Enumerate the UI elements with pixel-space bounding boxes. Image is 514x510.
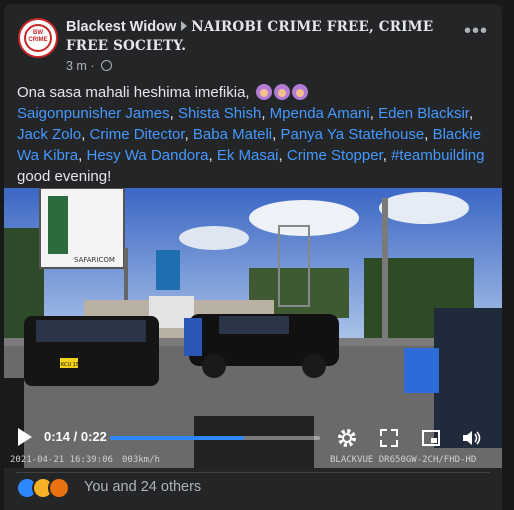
play-icon[interactable] <box>18 428 32 446</box>
tag-link[interactable]: Jack Zolo <box>17 126 81 143</box>
avatar-logo-text: BW CRIME <box>28 30 48 43</box>
post-meta: 3 m · <box>66 59 112 73</box>
arrow-right-icon <box>181 21 188 31</box>
tag-link[interactable]: Panya Ya Statehouse <box>280 126 424 143</box>
tag-link[interactable]: Crime Ditector <box>90 126 185 143</box>
progress-bar[interactable] <box>110 436 320 440</box>
plate-text: KCU 154A <box>61 362 86 368</box>
post-time[interactable]: 3 m <box>66 59 87 73</box>
post-card: BW CRIME Blackest Widow NAIROBI CRIME FREE… <box>4 4 502 510</box>
tag-link[interactable]: Baba Mateli <box>193 126 272 143</box>
dashcam-overlay: 2021-04-21 16:39:06 003km/h BLACKVUE DR6… <box>4 454 502 468</box>
author-name[interactable]: Blackest Widow <box>66 19 176 35</box>
angry-reaction-icon <box>48 477 70 499</box>
more-options-icon[interactable]: ••• <box>464 21 488 41</box>
video-controls: 0:14 / 0:22 <box>4 420 502 456</box>
hashtag-link[interactable]: #teambuilding <box>391 147 484 164</box>
dashcam-brand: BLACKVUE DR650GW-2CH/FHD-HD <box>330 455 477 465</box>
tag-link[interactable]: Crime Stopper <box>287 147 383 164</box>
woman-emoji-icon <box>291 84 308 100</box>
tag-link[interactable]: Saigonpunisher James <box>17 105 170 122</box>
volume-icon[interactable] <box>460 427 482 449</box>
post-header: BW CRIME Blackest Widow NAIROBI CRIME FREE… <box>16 16 490 73</box>
author-avatar[interactable]: BW CRIME <box>18 18 58 58</box>
video-time: 0:14 / 0:22 <box>44 429 107 444</box>
picture-in-picture-icon[interactable] <box>420 427 442 449</box>
woman-emoji-icon <box>273 84 290 100</box>
fullscreen-icon[interactable] <box>378 427 400 449</box>
video-player[interactable]: SAFARICOM KCU 154A 0:14 / 0:22 2021-04-2… <box>4 188 502 468</box>
progress-fill <box>110 436 245 440</box>
post-body: Ona sasa mahali heshima imefikia, Saigon… <box>17 84 485 185</box>
dashcam-date: 2021-04-21 16:39:06 <box>10 455 113 465</box>
globe-icon <box>100 60 112 71</box>
tag-link[interactable]: Hesy Wa Dandora <box>86 147 208 164</box>
tag-link[interactable]: Ek Masai <box>217 147 279 164</box>
divider <box>16 472 490 473</box>
post-text-line1: Ona sasa mahali heshima imefikia, <box>17 84 250 101</box>
woman-emoji-icon <box>255 84 272 100</box>
post-closing: good evening! <box>17 168 112 185</box>
page-scrollbar[interactable] <box>510 0 514 510</box>
tag-link[interactable]: Shista Shish <box>178 105 261 122</box>
billboard-text: SAFARICOM <box>74 256 115 264</box>
dashcam-speed: 003km/h <box>122 455 160 465</box>
meta-separator: · <box>90 59 95 73</box>
settings-gear-icon[interactable] <box>336 427 358 449</box>
reaction-count-text[interactable]: You and 24 others <box>84 479 201 495</box>
tag-link[interactable]: Mpenda Amani <box>270 105 370 122</box>
post-title: Blackest Widow NAIROBI CRIME FREE, CRIME … <box>66 18 450 56</box>
tag-link[interactable]: Eden Blacksir <box>378 105 469 122</box>
